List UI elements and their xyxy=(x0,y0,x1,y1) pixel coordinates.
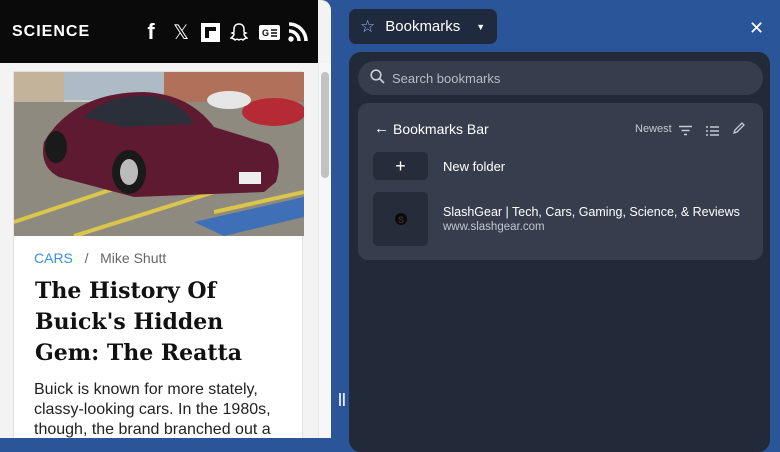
web-page: SCIENCE f 𝕏 G CARS / Mike Shutt The Hist… xyxy=(0,0,331,438)
sort-label[interactable]: Newest xyxy=(635,123,672,135)
bookmark-title[interactable]: SlashGear | Tech, Cars, Gaming, Science,… xyxy=(443,205,740,219)
article-meta: CARS / Mike Shutt xyxy=(34,250,166,266)
edit-pencil-icon[interactable] xyxy=(732,121,746,139)
category-link[interactable]: CARS xyxy=(34,250,73,266)
article-title[interactable]: The History Of Buick's Hidden Gem: The R… xyxy=(35,276,295,369)
google-news-icon[interactable]: G xyxy=(258,18,280,46)
resize-handle[interactable]: || xyxy=(338,390,346,406)
plus-icon: + xyxy=(395,155,406,176)
svg-text:G: G xyxy=(262,28,269,38)
author-link[interactable]: Mike Shutt xyxy=(100,250,166,266)
side-panel-title: Bookmarks xyxy=(385,18,461,35)
search-icon xyxy=(370,69,385,87)
bookmark-url: www.slashgear.com xyxy=(443,221,545,233)
nav-science[interactable]: SCIENCE xyxy=(12,23,90,41)
x-icon[interactable]: 𝕏 xyxy=(170,18,192,46)
caret-down-icon: ▼ xyxy=(476,21,486,32)
site-header: SCIENCE f 𝕏 G xyxy=(0,0,318,63)
facebook-icon[interactable]: f xyxy=(142,18,160,46)
folder-view: ← Bookmarks Bar Newest + New folder S Sl… xyxy=(358,103,763,260)
meta-separator: / xyxy=(84,250,89,266)
flipboard-icon[interactable] xyxy=(200,18,220,46)
search-placeholder: Search bookmarks xyxy=(392,70,501,86)
rss-icon[interactable] xyxy=(287,18,309,46)
new-folder-label[interactable]: New folder xyxy=(443,159,505,174)
star-icon: ☆ xyxy=(360,16,376,36)
folder-title: Bookmarks Bar xyxy=(393,121,489,137)
scrollbar-thumb[interactable] xyxy=(321,72,329,178)
snapchat-icon[interactable] xyxy=(229,18,249,46)
search-input[interactable]: Search bookmarks xyxy=(358,61,763,95)
article-body: Buick is known for more stately, classy-… xyxy=(34,381,271,438)
list-view-icon[interactable] xyxy=(706,123,719,141)
new-folder-button[interactable]: + xyxy=(373,152,428,180)
article-photo[interactable] xyxy=(14,72,304,236)
svg-text:S: S xyxy=(398,215,404,225)
sort-icon[interactable] xyxy=(679,123,692,141)
back-arrow-icon[interactable]: ← xyxy=(374,120,389,137)
article-card[interactable]: CARS / Mike Shutt The History Of Buick's… xyxy=(13,71,304,438)
bookmark-favicon[interactable]: S xyxy=(373,192,428,246)
slashgear-logo-icon: S xyxy=(394,213,407,225)
side-panel-selector[interactable]: ☆ Bookmarks ▼ xyxy=(349,9,497,44)
close-icon[interactable]: ✕ xyxy=(749,18,764,39)
